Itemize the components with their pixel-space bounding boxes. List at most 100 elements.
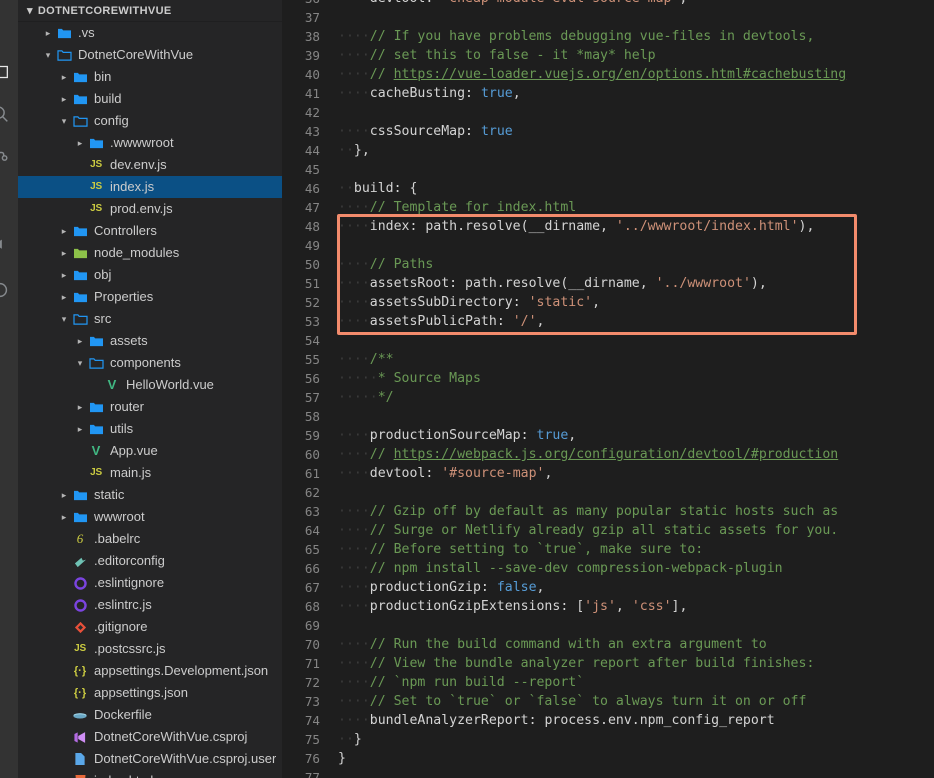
source-control-icon[interactable] xyxy=(0,140,18,176)
tree-item[interactable]: ▸ utils xyxy=(18,418,282,440)
code-line[interactable]: 38 ····// If you have problems debugging … xyxy=(282,27,934,46)
tree-item[interactable]: Dockerfile xyxy=(18,704,282,726)
tree-item[interactable]: JS .postcssrc.js xyxy=(18,638,282,660)
tree-item[interactable]: index.html xyxy=(18,770,282,778)
tree-item[interactable]: .editorconfig xyxy=(18,550,282,572)
code-line[interactable]: 43 ····cssSourceMap: true xyxy=(282,122,934,141)
tree-item[interactable]: V App.vue xyxy=(18,440,282,462)
chevron-right-icon[interactable]: ▸ xyxy=(58,506,70,528)
tree-item[interactable]: ▸ bin xyxy=(18,66,282,88)
chevron-right-icon[interactable]: ▸ xyxy=(58,220,70,242)
code-line[interactable]: 36····devtool: 'cheap-module-eval-source… xyxy=(282,0,934,8)
tree-item[interactable]: JS dev.env.js xyxy=(18,154,282,176)
tree-item[interactable]: ▸ node_modules xyxy=(18,242,282,264)
code-line[interactable]: 56 ·····* Source Maps xyxy=(282,369,934,388)
code-line[interactable]: 51 ····assetsRoot: path.resolve(__dirname… xyxy=(282,274,934,293)
code-line[interactable]: 49 xyxy=(282,236,934,255)
tree-item[interactable]: JS prod.env.js xyxy=(18,198,282,220)
code-line[interactable]: 69 xyxy=(282,616,934,635)
code-line[interactable]: 67 ····productionGzip: false, xyxy=(282,578,934,597)
code-line[interactable]: 58 xyxy=(282,407,934,426)
tree-item[interactable]: ▸ Properties xyxy=(18,286,282,308)
code-line[interactable]: 53 ····assetsPublicPath: '/', xyxy=(282,312,934,331)
chevron-right-icon[interactable]: ▸ xyxy=(74,396,86,418)
code-line[interactable]: 55 ····/** xyxy=(282,350,934,369)
code-line[interactable]: 74 ····bundleAnalyzerReport: process.env.… xyxy=(282,711,934,730)
tree-item[interactable]: .eslintignore xyxy=(18,572,282,594)
tree-item[interactable]: ▸ static xyxy=(18,484,282,506)
code-line[interactable]: 60 ····// https://webpack.js.org/configur… xyxy=(282,445,934,464)
chevron-right-icon[interactable]: ▸ xyxy=(74,132,86,154)
tree-item[interactable]: ▾ src xyxy=(18,308,282,330)
code-line[interactable]: 65 ····// Before setting to `true`, make … xyxy=(282,540,934,559)
code-line[interactable]: 44 ··}, xyxy=(282,141,934,160)
tree-item[interactable]: DotnetCoreWithVue.csproj.user xyxy=(18,748,282,770)
code-line[interactable]: 64 ····// Surge or Netlify already gzip a… xyxy=(282,521,934,540)
debug-icon[interactable] xyxy=(0,228,18,264)
code-line[interactable]: 62 xyxy=(282,483,934,502)
code-line[interactable]: 73 ····// Set to `true` or `false` to alw… xyxy=(282,692,934,711)
tree-item[interactable]: .gitignore xyxy=(18,616,282,638)
tree-item[interactable]: {·} appsettings.json xyxy=(18,682,282,704)
code-line[interactable]: 37 xyxy=(282,8,934,27)
code-line[interactable]: 54 xyxy=(282,331,934,350)
explorer-icon[interactable] xyxy=(0,54,18,90)
tree-item[interactable]: ▾ config xyxy=(18,110,282,132)
chevron-down-icon[interactable]: ▾ xyxy=(42,44,54,66)
code-line[interactable]: 71 ····// View the bundle analyzer report… xyxy=(282,654,934,673)
code-line[interactable]: 47 ····// Template for index.html xyxy=(282,198,934,217)
code-line[interactable]: 72 ····// `npm run build --report` xyxy=(282,673,934,692)
code-line[interactable]: 48 ····index: path.resolve(__dirname, '..… xyxy=(282,217,934,236)
code-line[interactable]: 75 ··} xyxy=(282,730,934,749)
tree-item[interactable]: ▸ Controllers xyxy=(18,220,282,242)
tree-item[interactable]: ▸ wwwroot xyxy=(18,506,282,528)
code-line[interactable]: 40 ····// https://vue-loader.vuejs.org/en… xyxy=(282,65,934,84)
chevron-right-icon[interactable]: ▸ xyxy=(58,484,70,506)
tree-item[interactable]: JS main.js xyxy=(18,462,282,484)
tree-item[interactable]: ▸ build xyxy=(18,88,282,110)
search-icon[interactable] xyxy=(0,96,18,132)
chevron-right-icon[interactable]: ▸ xyxy=(58,242,70,264)
chevron-down-icon[interactable]: ▾ xyxy=(58,308,70,330)
chevron-right-icon[interactable]: ▸ xyxy=(74,330,86,352)
explorer-section-header[interactable]: ▾ DOTNETCOREWITHVUE xyxy=(18,0,282,22)
tree-item[interactable]: ▸ router xyxy=(18,396,282,418)
tree-item[interactable]: {·} appsettings.Development.json xyxy=(18,660,282,682)
chevron-down-icon[interactable]: ▾ xyxy=(74,352,86,374)
code-line[interactable]: 63 ····// Gzip off by default as many pop… xyxy=(282,502,934,521)
chevron-right-icon[interactable]: ▸ xyxy=(58,66,70,88)
code-line[interactable]: 70 ····// Run the build command with an e… xyxy=(282,635,934,654)
tree-item[interactable]: ▾ DotnetCoreWithVue xyxy=(18,44,282,66)
tree-item[interactable]: ▸ .vs xyxy=(18,22,282,44)
tree-item[interactable]: V HelloWorld.vue xyxy=(18,374,282,396)
tree-item[interactable]: JS index.js xyxy=(18,176,282,198)
code-editor[interactable]: 36····devtool: 'cheap-module-eval-source… xyxy=(282,0,934,778)
chevron-right-icon[interactable]: ▸ xyxy=(42,22,54,44)
chevron-right-icon[interactable]: ▸ xyxy=(58,264,70,286)
code-line[interactable]: 66 ····// npm install --save-dev compress… xyxy=(282,559,934,578)
tree-item[interactable]: ▸ obj xyxy=(18,264,282,286)
chevron-right-icon[interactable]: ▸ xyxy=(74,418,86,440)
code-line[interactable]: 59 ····productionSourceMap: true, xyxy=(282,426,934,445)
chevron-right-icon[interactable]: ▸ xyxy=(58,286,70,308)
tree-item[interactable]: ▸ assets xyxy=(18,330,282,352)
code-line[interactable]: 52 ····assetsSubDirectory: 'static', xyxy=(282,293,934,312)
code-line[interactable]: 42 xyxy=(282,103,934,122)
code-line[interactable]: 41 ····cacheBusting: true, xyxy=(282,84,934,103)
code-line[interactable]: 45 xyxy=(282,160,934,179)
tree-item[interactable]: .eslintrc.js xyxy=(18,594,282,616)
tree-item[interactable]: 6 .babelrc xyxy=(18,528,282,550)
code-line[interactable]: 46 ··build: { xyxy=(282,179,934,198)
code-line[interactable]: 61 ····devtool: '#source-map', xyxy=(282,464,934,483)
code-line[interactable]: 68 ····productionGzipExtensions: ['js', '… xyxy=(282,597,934,616)
code-line[interactable]: 50 ····// Paths xyxy=(282,255,934,274)
code-line[interactable]: 57 ·····*/ xyxy=(282,388,934,407)
chevron-down-icon[interactable]: ▾ xyxy=(58,110,70,132)
code-line[interactable]: 76} xyxy=(282,749,934,768)
extensions-icon[interactable] xyxy=(0,272,18,308)
code-line[interactable]: 77 xyxy=(282,768,934,778)
chevron-right-icon[interactable]: ▸ xyxy=(58,88,70,110)
code-line[interactable]: 39 ····// set this to false - it *may* he… xyxy=(282,46,934,65)
tree-item[interactable]: ▾ components xyxy=(18,352,282,374)
tree-item[interactable]: ▸ .wwwwroot xyxy=(18,132,282,154)
